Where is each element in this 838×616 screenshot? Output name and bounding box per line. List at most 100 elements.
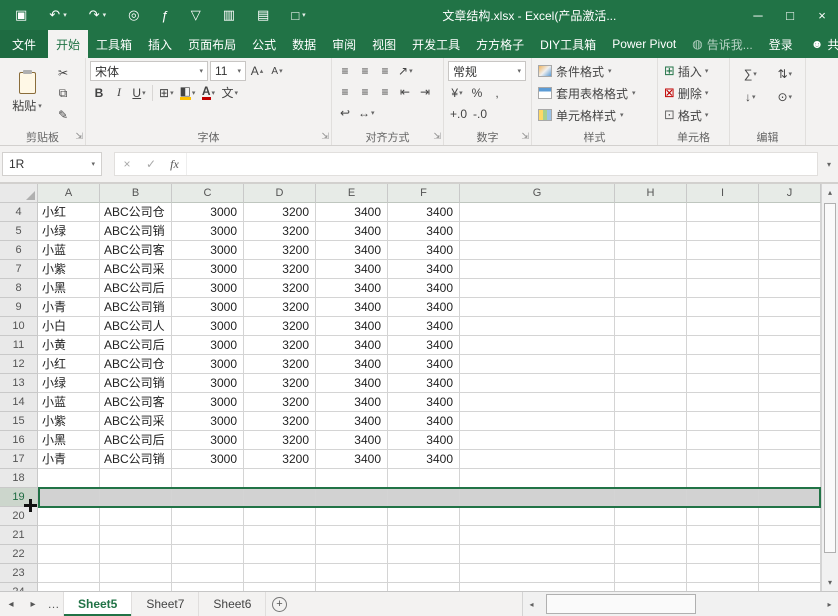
- row-header-9[interactable]: 9: [0, 298, 38, 317]
- cell-H13[interactable]: [615, 374, 687, 393]
- cell-B10[interactable]: ABC公司人: [100, 317, 172, 336]
- cell-A21[interactable]: [38, 526, 100, 545]
- align-right-button[interactable]: ≡: [376, 82, 394, 101]
- borders-button[interactable]: ⊞ ▾: [157, 83, 176, 102]
- cell-F21[interactable]: [388, 526, 460, 545]
- cell-E18[interactable]: [316, 469, 388, 488]
- cell-I23[interactable]: [687, 564, 759, 583]
- currency-button[interactable]: ¥ ▾: [448, 83, 466, 102]
- cell-G6[interactable]: [460, 241, 615, 260]
- cell-G4[interactable]: [460, 203, 615, 222]
- select-all-corner[interactable]: [0, 184, 38, 203]
- cell-E10[interactable]: 3400: [316, 317, 388, 336]
- tab-review[interactable]: 审阅: [324, 30, 364, 58]
- cell-D20[interactable]: [244, 507, 316, 526]
- cell-J24[interactable]: [759, 583, 821, 591]
- cell-G9[interactable]: [460, 298, 615, 317]
- fill-button[interactable]: ↓ ▾: [736, 87, 765, 106]
- cell-F10[interactable]: 3400: [388, 317, 460, 336]
- cell-I11[interactable]: [687, 336, 759, 355]
- cell-H15[interactable]: [615, 412, 687, 431]
- cell-G7[interactable]: [460, 260, 615, 279]
- cell-D16[interactable]: 3200: [244, 431, 316, 450]
- font-dialog-launcher[interactable]: ⇲: [321, 131, 329, 142]
- clipboard-dialog-launcher[interactable]: ⇲: [75, 131, 83, 142]
- cell-H10[interactable]: [615, 317, 687, 336]
- cell-I21[interactable]: [687, 526, 759, 545]
- sheet-list-ellipsis[interactable]: …: [44, 592, 64, 616]
- cell-H7[interactable]: [615, 260, 687, 279]
- column-header-A[interactable]: A: [38, 184, 100, 203]
- cell-J5[interactable]: [759, 222, 821, 241]
- cell-I22[interactable]: [687, 545, 759, 564]
- tab-developer[interactable]: 开发工具: [404, 30, 468, 58]
- cell-A18[interactable]: [38, 469, 100, 488]
- cell-E5[interactable]: 3400: [316, 222, 388, 241]
- cell-I9[interactable]: [687, 298, 759, 317]
- cell-A7[interactable]: 小紫: [38, 260, 100, 279]
- cell-H4[interactable]: [615, 203, 687, 222]
- scroll-left-button[interactable]: ◂: [523, 592, 540, 616]
- cell-E20[interactable]: [316, 507, 388, 526]
- row-header-18[interactable]: 18: [0, 469, 38, 488]
- cell-F24[interactable]: [388, 583, 460, 591]
- tell-me-box[interactable]: ◍ 告诉我...: [684, 30, 761, 58]
- comma-button[interactable]: ,: [488, 83, 506, 102]
- cell-D6[interactable]: 3200: [244, 241, 316, 260]
- cell-B7[interactable]: ABC公司采: [100, 260, 172, 279]
- cell-B21[interactable]: [100, 526, 172, 545]
- cell-D22[interactable]: [244, 545, 316, 564]
- cell-J16[interactable]: [759, 431, 821, 450]
- cell-C7[interactable]: 3000: [172, 260, 244, 279]
- cell-I4[interactable]: [687, 203, 759, 222]
- orientation-button[interactable]: ↗ ▾: [396, 61, 415, 80]
- align-center-button[interactable]: ≡: [356, 82, 374, 101]
- underline-button[interactable]: U ▾: [130, 83, 148, 102]
- cell-C11[interactable]: 3000: [172, 336, 244, 355]
- increase-font-button[interactable]: A ▴: [248, 62, 266, 81]
- cell-C9[interactable]: 3000: [172, 298, 244, 317]
- decrease-decimal-button[interactable]: -.0: [471, 104, 489, 123]
- cell-C22[interactable]: [172, 545, 244, 564]
- cell-J18[interactable]: [759, 469, 821, 488]
- cell-I16[interactable]: [687, 431, 759, 450]
- cell-G18[interactable]: [460, 469, 615, 488]
- cell-E6[interactable]: 3400: [316, 241, 388, 260]
- name-box[interactable]: 1R ▾: [2, 152, 102, 176]
- cell-B12[interactable]: ABC公司仓: [100, 355, 172, 374]
- close-button[interactable]: ×: [806, 0, 838, 30]
- cell-E8[interactable]: 3400: [316, 279, 388, 298]
- cell-I19[interactable]: [687, 488, 759, 507]
- cell-A19[interactable]: [38, 488, 100, 507]
- cell-J17[interactable]: [759, 450, 821, 469]
- phonetic-guide-button[interactable]: 文 ▾: [219, 83, 240, 102]
- cell-D21[interactable]: [244, 526, 316, 545]
- cell-G15[interactable]: [460, 412, 615, 431]
- format-cells-button[interactable]: ⊡ 格式 ▾: [662, 105, 725, 125]
- decrease-font-button[interactable]: A ▾: [268, 62, 286, 81]
- add-sheet-button[interactable]: +: [266, 592, 292, 616]
- cell-G14[interactable]: [460, 393, 615, 412]
- font-size-combo[interactable]: 11 ▾: [210, 61, 246, 81]
- cell-B17[interactable]: ABC公司销: [100, 450, 172, 469]
- flash-fill-button[interactable]: ƒ: [150, 0, 179, 30]
- column-header-C[interactable]: C: [172, 184, 244, 203]
- sort-filter-button[interactable]: ⇅ ▾: [771, 64, 800, 83]
- cell-F7[interactable]: 3400: [388, 260, 460, 279]
- cell-J14[interactable]: [759, 393, 821, 412]
- cell-I24[interactable]: [687, 583, 759, 591]
- cell-I14[interactable]: [687, 393, 759, 412]
- formula-input[interactable]: [187, 153, 817, 175]
- sheet-nav-right-button[interactable]: ▸: [22, 592, 44, 616]
- cell-B9[interactable]: ABC公司销: [100, 298, 172, 317]
- cell-C4[interactable]: 3000: [172, 203, 244, 222]
- cell-B18[interactable]: [100, 469, 172, 488]
- cell-G20[interactable]: [460, 507, 615, 526]
- sheet-tab-sheet6[interactable]: Sheet6: [199, 592, 266, 616]
- cell-F11[interactable]: 3400: [388, 336, 460, 355]
- cell-A5[interactable]: 小绿: [38, 222, 100, 241]
- cell-I10[interactable]: [687, 317, 759, 336]
- column-header-E[interactable]: E: [316, 184, 388, 203]
- align-middle-button[interactable]: ≡: [356, 61, 374, 80]
- italic-button[interactable]: I: [110, 83, 128, 102]
